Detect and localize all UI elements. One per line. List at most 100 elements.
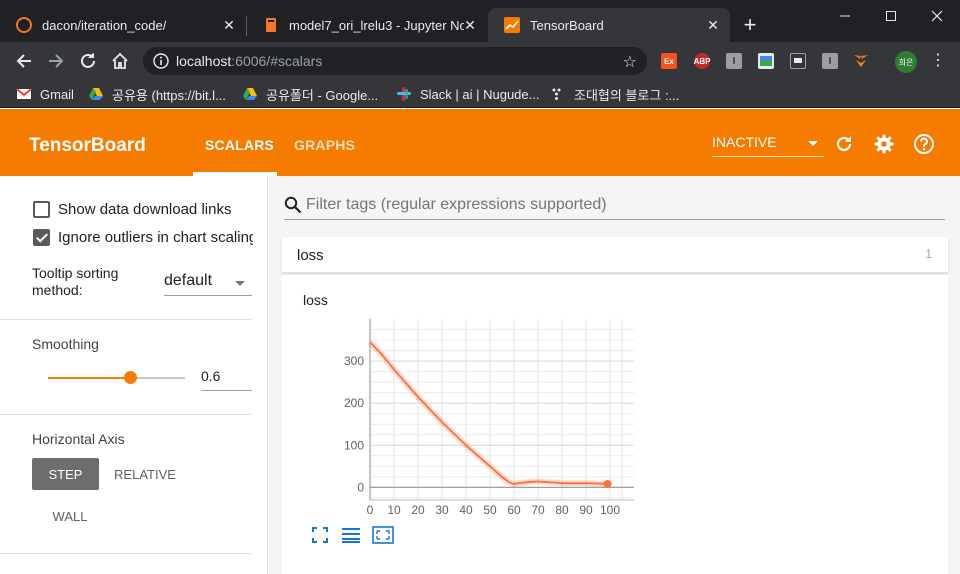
y-tick-label: 100	[344, 438, 364, 452]
extension-i2-icon[interactable]: I	[822, 53, 838, 69]
app-logo: TensorBoard	[29, 135, 146, 156]
search-icon	[284, 196, 302, 214]
x-tick-label: 60	[507, 503, 521, 517]
forward-arrow-icon[interactable]	[44, 49, 68, 73]
series-end-point	[603, 480, 612, 489]
x-tick-label: 90	[579, 503, 593, 517]
metamask-fox-icon[interactable]	[853, 53, 869, 69]
checkbox-box[interactable]	[33, 201, 50, 218]
browser-tab[interactable]: model7_ori_lrelu3 - Jupyter Not ✕	[247, 8, 487, 42]
tag-filter-input[interactable]: Filter tags (regular expressions support…	[284, 194, 945, 220]
slider-handle[interactable]	[124, 371, 138, 384]
bookmark-blog[interactable]: 조대협의 블로그 :...	[550, 85, 679, 103]
help-icon[interactable]	[913, 133, 935, 155]
section-divider	[0, 553, 252, 554]
x-tick-label: 20	[411, 503, 425, 517]
smoothing-slider[interactable]	[48, 371, 185, 384]
extension-ex-label: Ex	[664, 56, 674, 66]
ignore-outliers-checkbox[interactable]: Ignore outliers in chart scaling	[33, 229, 253, 246]
blog-dots-icon	[552, 88, 561, 100]
category-header[interactable]: loss 1	[282, 237, 948, 273]
address-bar[interactable]: localhost:6006/#scalars ☆	[143, 47, 647, 75]
bookmark-shared-folder[interactable]: 공유폴더 - Google...	[242, 85, 378, 103]
bookmark-label: Slack | ai | Nugude...	[420, 86, 540, 102]
bookmark-slack[interactable]: Slack | ai | Nugude...	[396, 85, 539, 103]
x-tick-label: 30	[435, 503, 449, 517]
profile-label: 희은	[898, 57, 914, 67]
data-table-icon[interactable]	[341, 526, 361, 544]
x-tick-label: 70	[531, 503, 545, 517]
tensorboard-header: TensorBoard SCALARS GRAPHS INACTIVE	[0, 109, 960, 176]
adblock-icon[interactable]: ABP	[694, 53, 710, 69]
url-path: :6006/#scalars	[231, 53, 323, 69]
smoothing-input[interactable]: 0.6	[201, 368, 252, 391]
reload-icon[interactable]	[76, 49, 100, 73]
bookmarks-bar: Gmail 공유용 (https://bit.l... 공유폴더 - Googl…	[0, 80, 960, 108]
info-icon[interactable]	[153, 53, 169, 69]
tab-scalars[interactable]: SCALARS	[205, 137, 274, 153]
bookmark-shared[interactable]: 공유용 (https://bit.l...	[88, 85, 226, 103]
jupyter-icon	[16, 17, 32, 33]
close-window-icon[interactable]	[914, 0, 960, 32]
x-tick-label: 100	[600, 503, 620, 517]
fit-domain-icon[interactable]	[372, 526, 394, 544]
axis-relative-button[interactable]: RELATIVE	[109, 458, 181, 490]
axis-wall-button[interactable]: WALL	[40, 500, 100, 532]
google-drive-icon	[89, 88, 103, 100]
horizontal-axis-title: Horizontal Axis	[32, 431, 125, 447]
loss-chart[interactable]: 0 10 20 30 40 50 60 70 80 90 100 0 100 200 300	[282, 305, 662, 525]
close-tab-icon[interactable]: ✕	[461, 16, 479, 34]
browser-tab[interactable]: dacon/iteration_code/ ✕	[0, 8, 246, 42]
browser-tab-strip: dacon/iteration_code/ ✕ model7_ori_lrelu…	[0, 0, 960, 42]
extension-screen-icon[interactable]	[790, 53, 806, 69]
browser-tab-active[interactable]: TensorBoard ✕	[488, 8, 730, 42]
settings-gear-icon[interactable]	[873, 133, 895, 155]
category-name: loss	[297, 247, 324, 264]
bookmark-gmail[interactable]: Gmail	[16, 85, 74, 103]
smoothing-value: 0.6	[201, 368, 221, 384]
run-status-value: INACTIVE	[712, 134, 777, 150]
tab-graphs[interactable]: GRAPHS	[294, 137, 355, 153]
tab-title: TensorBoard	[530, 17, 604, 33]
fullscreen-icon[interactable]	[311, 526, 329, 544]
sidebar: Show data download links Ignore outliers…	[0, 176, 268, 574]
extension-i-icon[interactable]: I	[726, 53, 742, 69]
y-tick-label: 200	[344, 396, 364, 410]
maximize-icon[interactable]	[868, 0, 914, 32]
extension-abp-label: ABP	[693, 56, 711, 66]
close-tab-icon[interactable]: ✕	[704, 16, 722, 34]
tab-title: dacon/iteration_code/	[42, 17, 167, 33]
extension-cast-icon[interactable]	[758, 53, 774, 69]
refresh-icon[interactable]	[833, 133, 855, 155]
x-tick-label: 50	[483, 503, 497, 517]
dropdown-arrow-icon	[235, 281, 245, 286]
home-icon[interactable]	[108, 49, 132, 73]
dropdown-arrow-icon	[808, 141, 818, 146]
back-arrow-icon[interactable]	[12, 49, 36, 73]
slack-icon	[397, 87, 411, 101]
category-count: 1	[925, 247, 932, 261]
tooltip-sorting-dropdown[interactable]: default	[164, 272, 252, 296]
slider-fill	[48, 377, 131, 379]
x-tick-label: 40	[459, 503, 473, 517]
minimize-icon[interactable]	[822, 0, 868, 32]
section-divider	[0, 319, 252, 320]
new-tab-button[interactable]: +	[738, 14, 762, 38]
close-tab-icon[interactable]: ✕	[220, 16, 238, 34]
tensorboard-icon	[504, 17, 520, 33]
smoothing-title: Smoothing	[32, 336, 99, 352]
notebook-icon	[266, 18, 276, 32]
x-tick-label: 80	[555, 503, 569, 517]
extension-ex-icon[interactable]: Ex	[661, 53, 677, 69]
bookmark-star-icon[interactable]: ☆	[623, 52, 637, 72]
y-tick-label: 0	[357, 480, 364, 494]
url-text: localhost:6006/#scalars	[176, 53, 322, 69]
run-status-dropdown[interactable]: INACTIVE	[712, 132, 824, 157]
chrome-menu-icon[interactable]: ⋮	[928, 50, 948, 72]
axis-step-button[interactable]: STEP	[32, 458, 99, 490]
checkbox-checked-box[interactable]	[33, 229, 50, 246]
profile-avatar[interactable]: 희은	[895, 51, 917, 73]
bookmark-label: 조대협의 블로그 :...	[574, 87, 680, 103]
show-download-links-checkbox[interactable]: Show data download links	[33, 201, 253, 218]
series-raw-line	[367, 340, 608, 488]
